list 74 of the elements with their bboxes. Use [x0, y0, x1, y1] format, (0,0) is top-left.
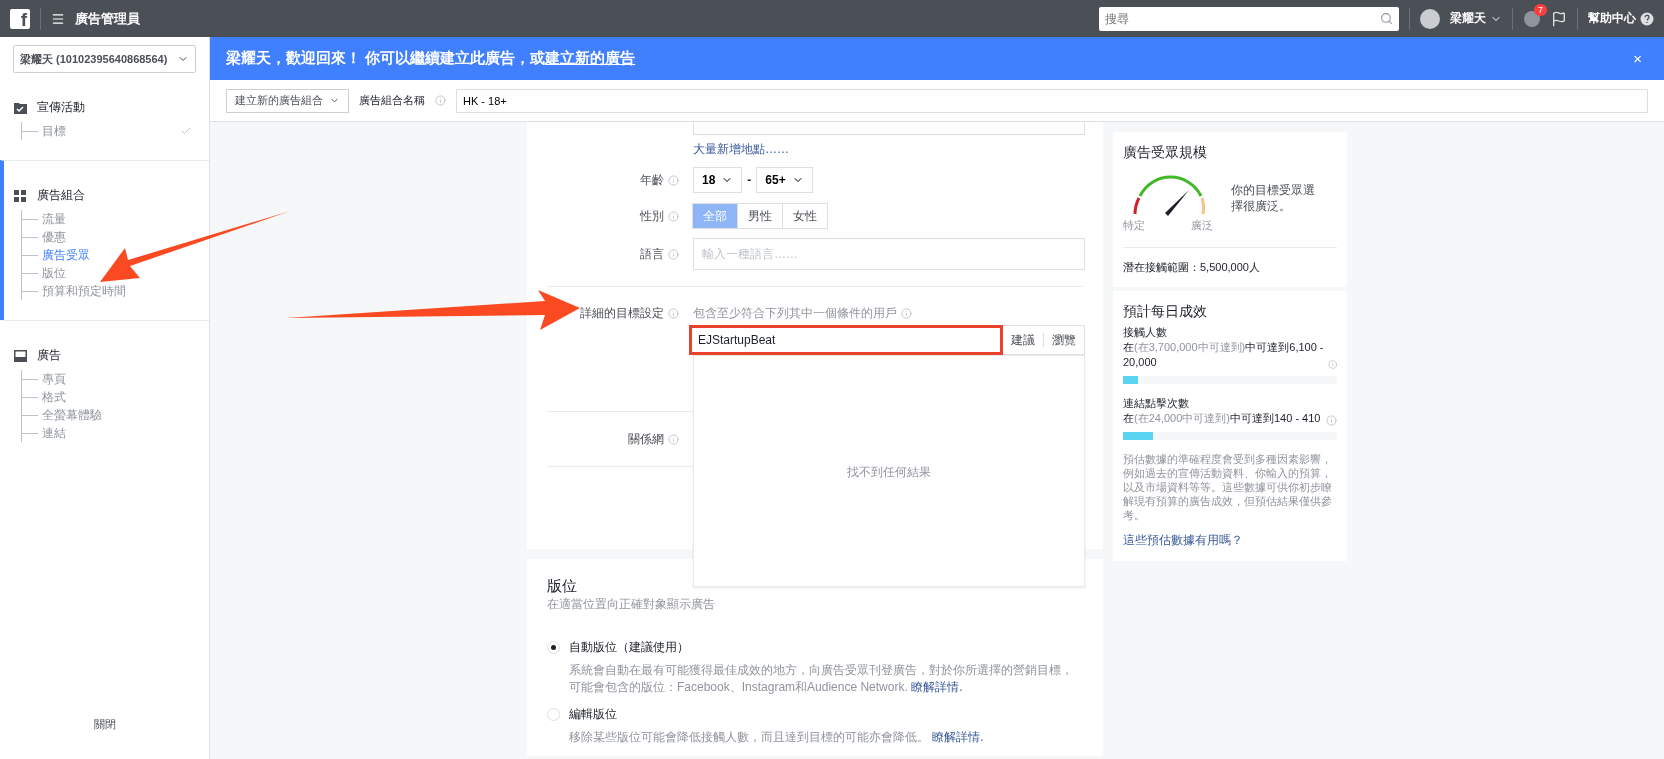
help-icon	[1640, 11, 1654, 26]
menu-icon[interactable]	[51, 11, 65, 26]
browse-link[interactable]: 瀏覽	[1044, 331, 1084, 349]
new-ad-link[interactable]: 建立新的廣告	[545, 49, 636, 66]
sidebar-section[interactable]: 廣告組合	[4, 187, 85, 204]
estimate-note: 預估數據的準確程度會受到多種因素影響，例如過去的宣傳活動資料、你輸入的預算，以及市場資料等等。這些數據可供你初步瞭解現有預算的廣告成效，但預估結果僅供參考。	[1123, 452, 1333, 522]
ad-set-dropdown[interactable]: 建立新的廣告組合	[226, 88, 349, 113]
banner-text: 梁耀天，歡迎回來！ 你可以繼續建立此廣告，或建立新的廣告	[226, 49, 636, 68]
sidebar-section[interactable]: 廣告	[4, 347, 61, 364]
logo[interactable]: f	[10, 8, 30, 29]
close-button[interactable]: 關閉	[87, 716, 122, 733]
gender-option[interactable]: 女性	[782, 203, 828, 229]
section-title: 版位	[547, 577, 578, 596]
radio-label: 自動版位（建議使用）	[569, 639, 690, 656]
location-field[interactable]	[693, 123, 1085, 135]
user-menu[interactable]: 梁耀天	[1450, 10, 1502, 27]
search-field[interactable]: 搜尋	[1099, 6, 1399, 31]
metric-label: 連結點擊次數	[1123, 396, 1190, 411]
notification-badge: 7	[1534, 3, 1547, 16]
check-icon	[180, 125, 192, 137]
search-icon[interactable]	[1380, 11, 1393, 25]
feedback-link[interactable]: 這些預估數據有用嗎？	[1123, 533, 1243, 547]
age-max-select[interactable]: 65+	[756, 167, 813, 193]
metric-label: 接觸人數	[1123, 325, 1168, 340]
gender-option[interactable]: 男性	[737, 203, 783, 229]
empty-message: 找不到任何結果	[847, 464, 931, 481]
sidebar-section[interactable]: 宣傳活動	[4, 99, 85, 116]
grid-icon	[14, 189, 27, 202]
gauge-label: 特定	[1123, 218, 1145, 233]
option-description: 系統會自動在最有可能獲得最佳成效的地方，向廣告受眾刊登廣告，對於你所選擇的營銷目標，可能會包含的版位：Facebook、Instagram和Audience Network. 瞭解詳情.	[569, 662, 1074, 696]
close-button[interactable]: ×	[1627, 49, 1648, 68]
sidebar-item[interactable]: 廣告受眾	[22, 246, 192, 264]
app-title: 廣告管理員	[75, 9, 140, 28]
age-min-select[interactable]: 18	[693, 167, 743, 193]
field-label: 詳細的目標設定	[580, 304, 664, 322]
learn-more-link[interactable]: 瞭解詳情.	[911, 680, 963, 694]
suggestions-link[interactable]: 建議	[1003, 331, 1043, 349]
info-icon[interactable]	[668, 174, 679, 186]
learn-more-link[interactable]: 瞭解詳情.	[932, 730, 984, 744]
option-description: 移除某些版位可能會降低接觸人數，而且達到目標的可能亦會降低。 瞭解詳情.	[569, 729, 985, 746]
gauge-label: 廣泛	[1191, 218, 1213, 233]
flag-icon[interactable]	[1551, 10, 1567, 27]
help-link[interactable]: 幫助中心	[1588, 10, 1654, 27]
panel-icon	[14, 349, 27, 362]
card-title: 預計每日成效	[1123, 303, 1208, 321]
field-label: 性別	[640, 207, 664, 225]
info-icon[interactable]	[435, 95, 446, 106]
info-icon[interactable]	[668, 248, 679, 260]
field-label: 年齡	[640, 171, 664, 189]
account-dropdown[interactable]: 梁耀天 (10102395640868564)	[13, 45, 196, 73]
info-icon[interactable]	[668, 307, 679, 319]
range-dash: -	[747, 173, 752, 187]
metric-value: 在(在3,700,000中可達到)中可達到6,100 - 20,000	[1123, 340, 1324, 370]
field-label: 語言	[640, 245, 664, 263]
info-icon[interactable]	[668, 210, 679, 222]
audience-description: 你的目標受眾選擇很廣泛。	[1231, 182, 1316, 215]
info-icon[interactable]	[1327, 359, 1337, 370]
card-title: 廣告受眾規模	[1123, 144, 1208, 162]
name-field[interactable]: HK - 18+	[456, 88, 1648, 113]
field-label: 關係網	[628, 430, 664, 448]
info-icon[interactable]	[1326, 415, 1337, 426]
metric-value: 在(在24,000中可達到)中可達到140 - 410	[1123, 411, 1321, 426]
radio-button[interactable]	[547, 708, 560, 721]
radio-button[interactable]	[547, 641, 560, 654]
folder-check-icon	[14, 101, 27, 114]
avatar[interactable]	[1420, 8, 1440, 29]
section-subtitle: 在適當位置向正確對象顯示廣告	[547, 596, 716, 613]
info-icon[interactable]	[668, 433, 679, 445]
hint-text: 包含至少符合下列其中一個條件的用戶	[693, 304, 897, 322]
potential-reach: 潛在接觸範圍：5,500,000人	[1123, 247, 1337, 275]
bulk-locations-link[interactable]: 大量新增地點……	[693, 141, 789, 156]
radio-label: 編輯版位	[569, 706, 618, 723]
info-icon[interactable]	[901, 307, 912, 319]
field-label: 廣告組合名稱	[359, 93, 425, 108]
